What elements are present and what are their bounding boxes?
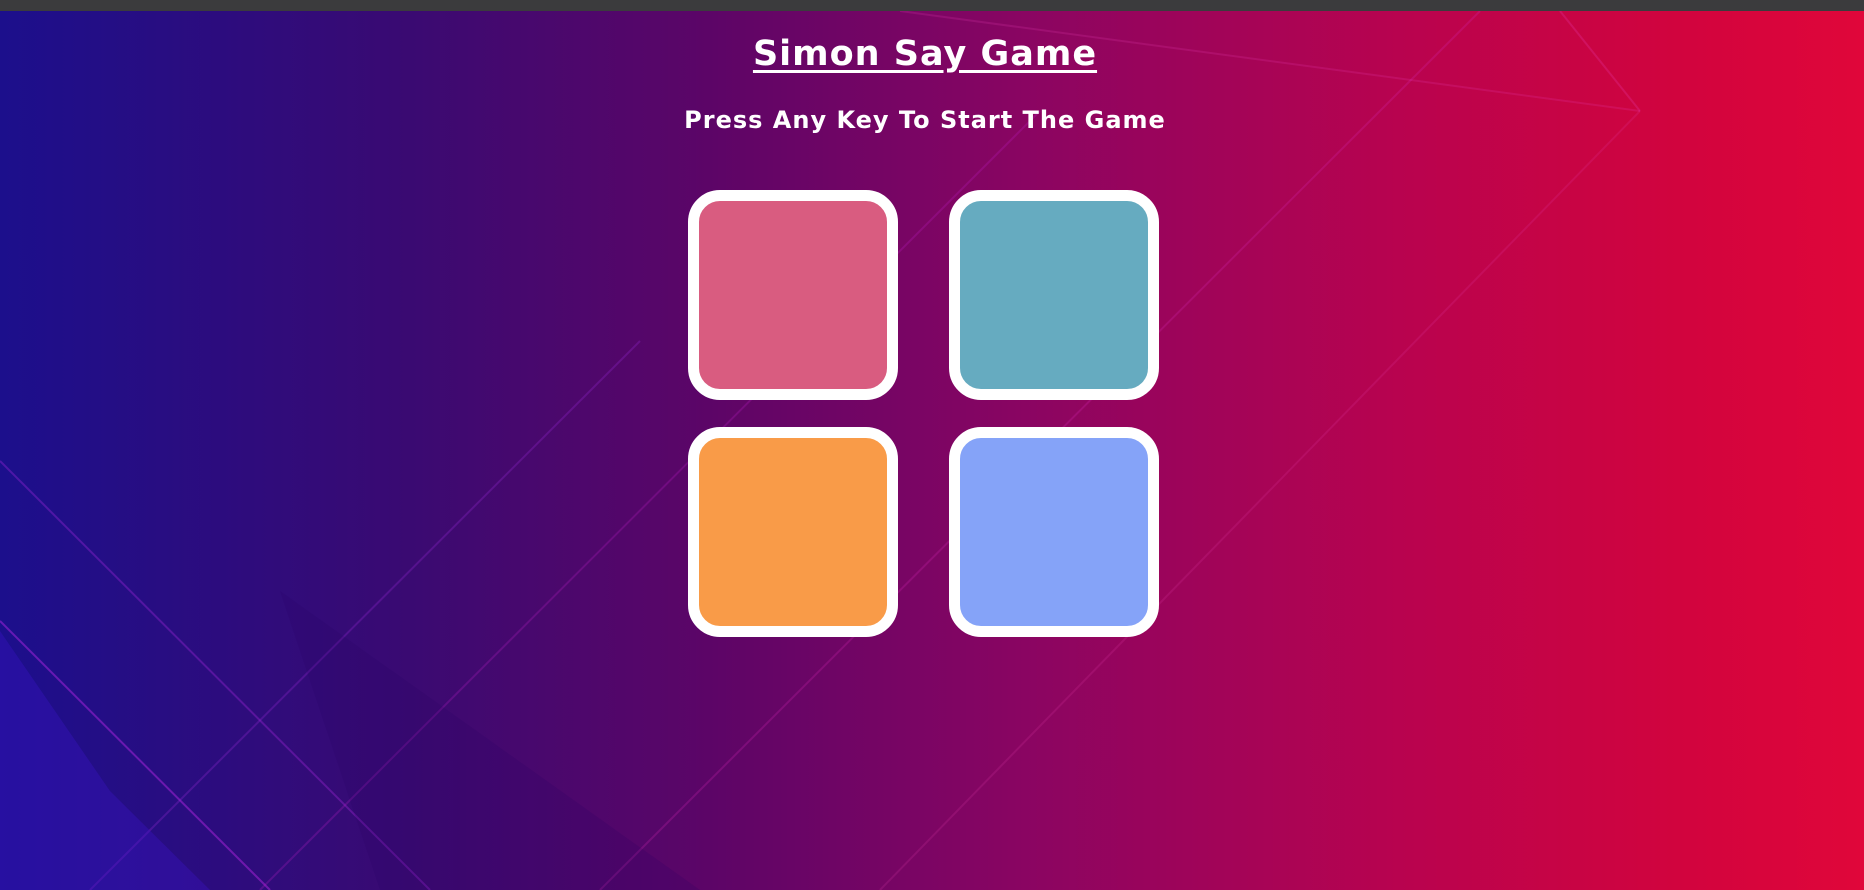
simon-button-teal[interactable] bbox=[949, 190, 1159, 400]
simon-button-blue[interactable] bbox=[949, 427, 1159, 637]
window-top-bar bbox=[0, 0, 1864, 11]
simon-button-orange[interactable] bbox=[688, 427, 898, 637]
simon-button-red[interactable] bbox=[688, 190, 898, 400]
game-board bbox=[688, 190, 1162, 640]
page-title: Simon Say Game bbox=[752, 34, 1098, 74]
status-text: Press Any Key To Start The Game bbox=[684, 106, 1166, 134]
